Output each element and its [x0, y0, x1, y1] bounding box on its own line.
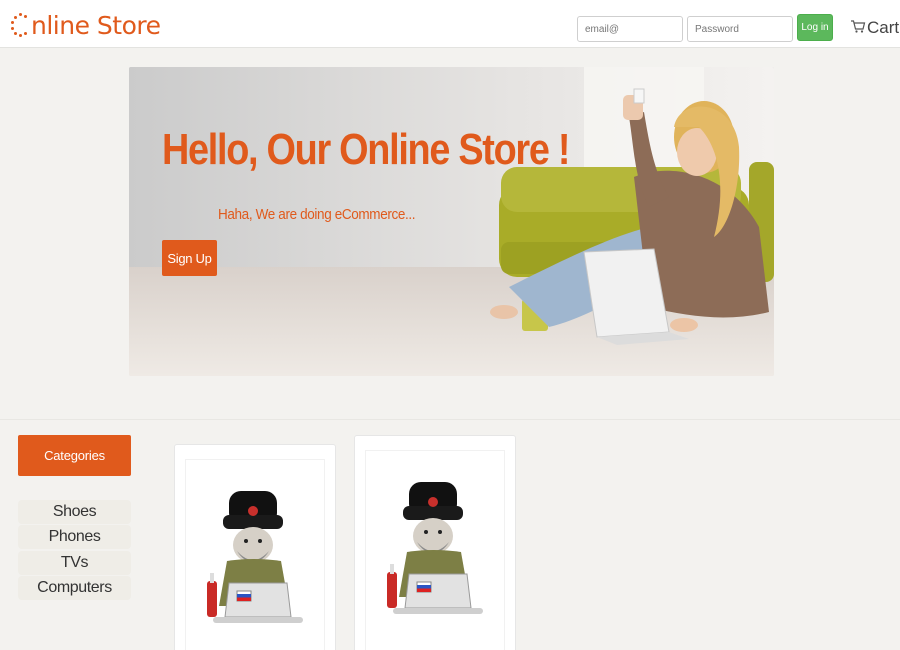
category-item-computers[interactable]: Computers	[18, 576, 131, 601]
email-input[interactable]	[577, 16, 683, 42]
product-card[interactable]	[174, 444, 336, 650]
product-card[interactable]	[354, 435, 516, 650]
cart-link[interactable]: Cart	[850, 16, 899, 40]
cart-label: Cart	[867, 18, 900, 37]
category-item-tvs[interactable]: TVs	[18, 550, 131, 575]
category-item-shoes[interactable]: Shoes	[18, 500, 131, 524]
hero-title: Hello, Our Online Store !	[162, 125, 570, 174]
soldier-with-laptop-illustration	[387, 482, 483, 614]
password-input[interactable]	[687, 16, 793, 42]
login-button[interactable]: Log in	[797, 14, 833, 41]
cart-icon	[850, 18, 866, 39]
soldier-with-laptop-illustration	[207, 491, 303, 623]
dotted-circle-logo-icon	[10, 11, 30, 39]
store-logo[interactable]: nline Store	[10, 10, 161, 40]
signup-button[interactable]: Sign Up	[162, 240, 217, 276]
top-navbar: nline Store Log in Cart	[0, 0, 900, 48]
category-item-phones[interactable]: Phones	[18, 525, 131, 550]
hero-banner: Hello, Our Online Store ! Haha, We are d…	[129, 67, 774, 376]
logo-text: nline Store	[31, 10, 161, 40]
category-list: Shoes Phones TVs Computers	[18, 500, 131, 602]
section-divider	[0, 419, 900, 420]
categories-header: Categories	[18, 435, 131, 476]
hero-subtitle: Haha, We are doing eCommerce...	[218, 206, 416, 223]
